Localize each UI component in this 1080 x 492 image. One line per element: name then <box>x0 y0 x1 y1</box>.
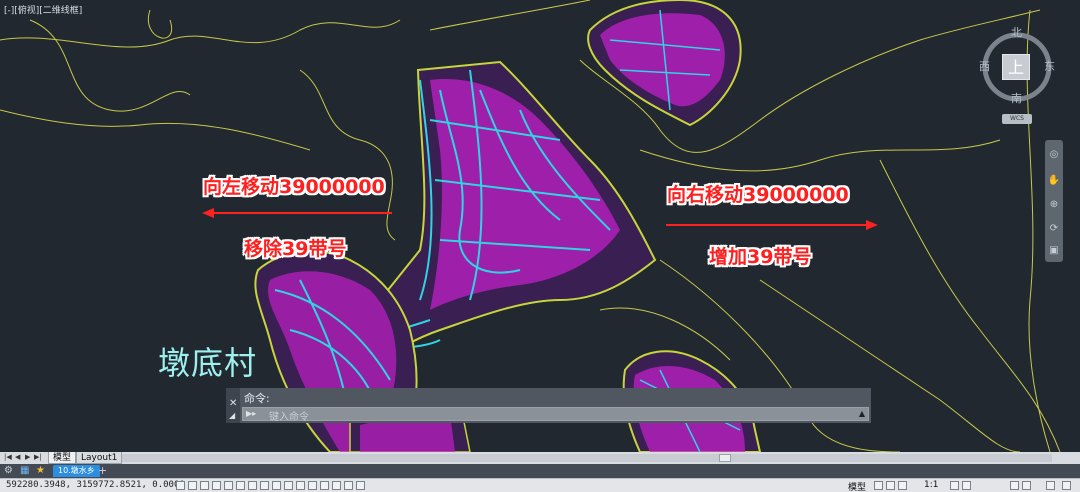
star-icon[interactable]: ★ <box>36 465 45 476</box>
viewcube-north[interactable]: 北 <box>1011 24 1022 40</box>
workspace-icon[interactable] <box>950 481 959 490</box>
viewcube[interactable]: 北 西 东 南 上 WCS <box>978 22 1058 126</box>
tab-model[interactable]: 模型 <box>48 452 77 464</box>
ortho-mode-icon[interactable] <box>212 481 221 490</box>
village-label: 墩底村 <box>158 344 258 382</box>
annotation-add-icon[interactable] <box>962 481 971 490</box>
caret-up-icon[interactable]: ▲ <box>859 409 865 418</box>
close-icon[interactable]: ✕ <box>229 398 237 409</box>
new-tab-button[interactable]: + <box>98 464 107 477</box>
layout-grid-icon[interactable] <box>874 481 883 490</box>
lineweight-icon[interactable] <box>296 481 305 490</box>
viewport-controls-label[interactable]: [-][俯视][二维线框] <box>4 3 82 16</box>
settlement-top <box>587 0 742 127</box>
annotation-visibility-icon[interactable] <box>898 481 907 490</box>
layout-tabs-bar: |◀ ◀ ▶ ▶| 模型 Layout1 <box>0 452 1080 464</box>
command-line: ✕ ◢ 命令: ▶▸ 键入命令 ▲ <box>226 388 871 423</box>
infer-constraints-icon[interactable] <box>176 481 185 490</box>
prev-tab-icon[interactable]: ◀ <box>15 453 20 461</box>
viewcube-top-face[interactable]: 上 <box>1002 54 1030 80</box>
drawing-viewport[interactable]: [-][俯视][二维线框] 向左移动39000000 移除39带号 向右移动39… <box>0 0 1080 452</box>
dyn-input-icon[interactable] <box>284 481 293 490</box>
command-line-handle[interactable]: ✕ ◢ <box>226 388 240 423</box>
customization-menu-icon[interactable] <box>1062 481 1071 490</box>
command-history: 命令: <box>244 392 270 405</box>
scrollbar-thumb[interactable] <box>719 454 731 462</box>
selection-filter-icon[interactable] <box>356 481 365 490</box>
gear-icon[interactable]: ⚙ <box>4 465 13 476</box>
last-tab-icon[interactable]: ▶| <box>34 453 42 461</box>
model-space-toggle[interactable]: 模型 <box>848 480 866 492</box>
viewcube-east[interactable]: 东 <box>1044 58 1055 74</box>
otrack-icon[interactable] <box>260 481 269 490</box>
grid-display-icon[interactable] <box>200 481 209 490</box>
ucs-icon[interactable] <box>272 481 281 490</box>
move-left-arrow <box>202 208 392 218</box>
grid-menu-icon[interactable]: ▦ <box>20 465 29 476</box>
move-left-subtitle: 移除39带号 <box>244 238 347 260</box>
orbit-icon[interactable]: ⟳ <box>1047 222 1061 236</box>
drawing-canvas <box>0 0 1061 452</box>
wcs-menu-button[interactable]: WCS <box>1002 114 1032 124</box>
file-tabs-bar: ⚙ ▦ ★ 10.墩水乡 + <box>0 464 1080 478</box>
move-right-arrow <box>666 220 878 230</box>
horizontal-scrollbar[interactable] <box>122 454 1052 462</box>
annotation-monitor-icon[interactable] <box>332 481 341 490</box>
annotation-scale[interactable]: 1:1 <box>924 480 938 490</box>
zoom-icon[interactable]: ⊕ <box>1047 198 1061 212</box>
osnap-icon[interactable] <box>236 481 245 490</box>
transparency-icon[interactable] <box>308 481 317 490</box>
move-right-title: 向右移动39000000 <box>667 184 849 206</box>
coordinate-readout: 592280.3948, 3159772.8521, 0.0000 <box>6 480 185 490</box>
command-prompt-icon[interactable]: ▶▸ <box>246 409 256 418</box>
navigation-bar: ◎ ✋ ⊕ ⟳ ▣ <box>1045 140 1063 262</box>
move-left-title: 向左移动39000000 <box>203 176 385 198</box>
wrench-icon[interactable]: ◢ <box>229 411 235 420</box>
clean-screen-icon[interactable] <box>1046 481 1055 490</box>
steering-wheel-icon[interactable]: ◎ <box>1047 148 1061 162</box>
command-input-placeholder: 键入命令 <box>269 412 309 423</box>
first-tab-icon[interactable]: |◀ <box>4 453 12 461</box>
tab-layout1[interactable]: Layout1 <box>76 452 123 464</box>
viewcube-south[interactable]: 南 <box>1011 90 1022 106</box>
move-right-subtitle: 增加39带号 <box>709 246 812 268</box>
pan-icon[interactable]: ✋ <box>1047 174 1061 188</box>
3d-osnap-icon[interactable] <box>248 481 257 490</box>
hardware-accel-icon[interactable] <box>1022 481 1031 490</box>
quick-properties-icon[interactable] <box>344 481 353 490</box>
showmotion-icon[interactable]: ▣ <box>1047 244 1061 258</box>
snap-grid-icon[interactable] <box>886 481 895 490</box>
status-bar: 592280.3948, 3159772.8521, 0.0000 模型 1:1 <box>0 478 1080 492</box>
selection-cycling-icon[interactable] <box>320 481 329 490</box>
polar-tracking-icon[interactable] <box>224 481 233 490</box>
snap-mode-icon[interactable] <box>188 481 197 490</box>
file-tab-active[interactable]: 10.墩水乡 <box>53 465 100 477</box>
next-tab-icon[interactable]: ▶ <box>25 453 30 461</box>
isolate-objects-icon[interactable] <box>1010 481 1019 490</box>
viewcube-west[interactable]: 西 <box>979 58 990 74</box>
command-input[interactable]: ▶▸ 键入命令 ▲ <box>242 407 869 423</box>
